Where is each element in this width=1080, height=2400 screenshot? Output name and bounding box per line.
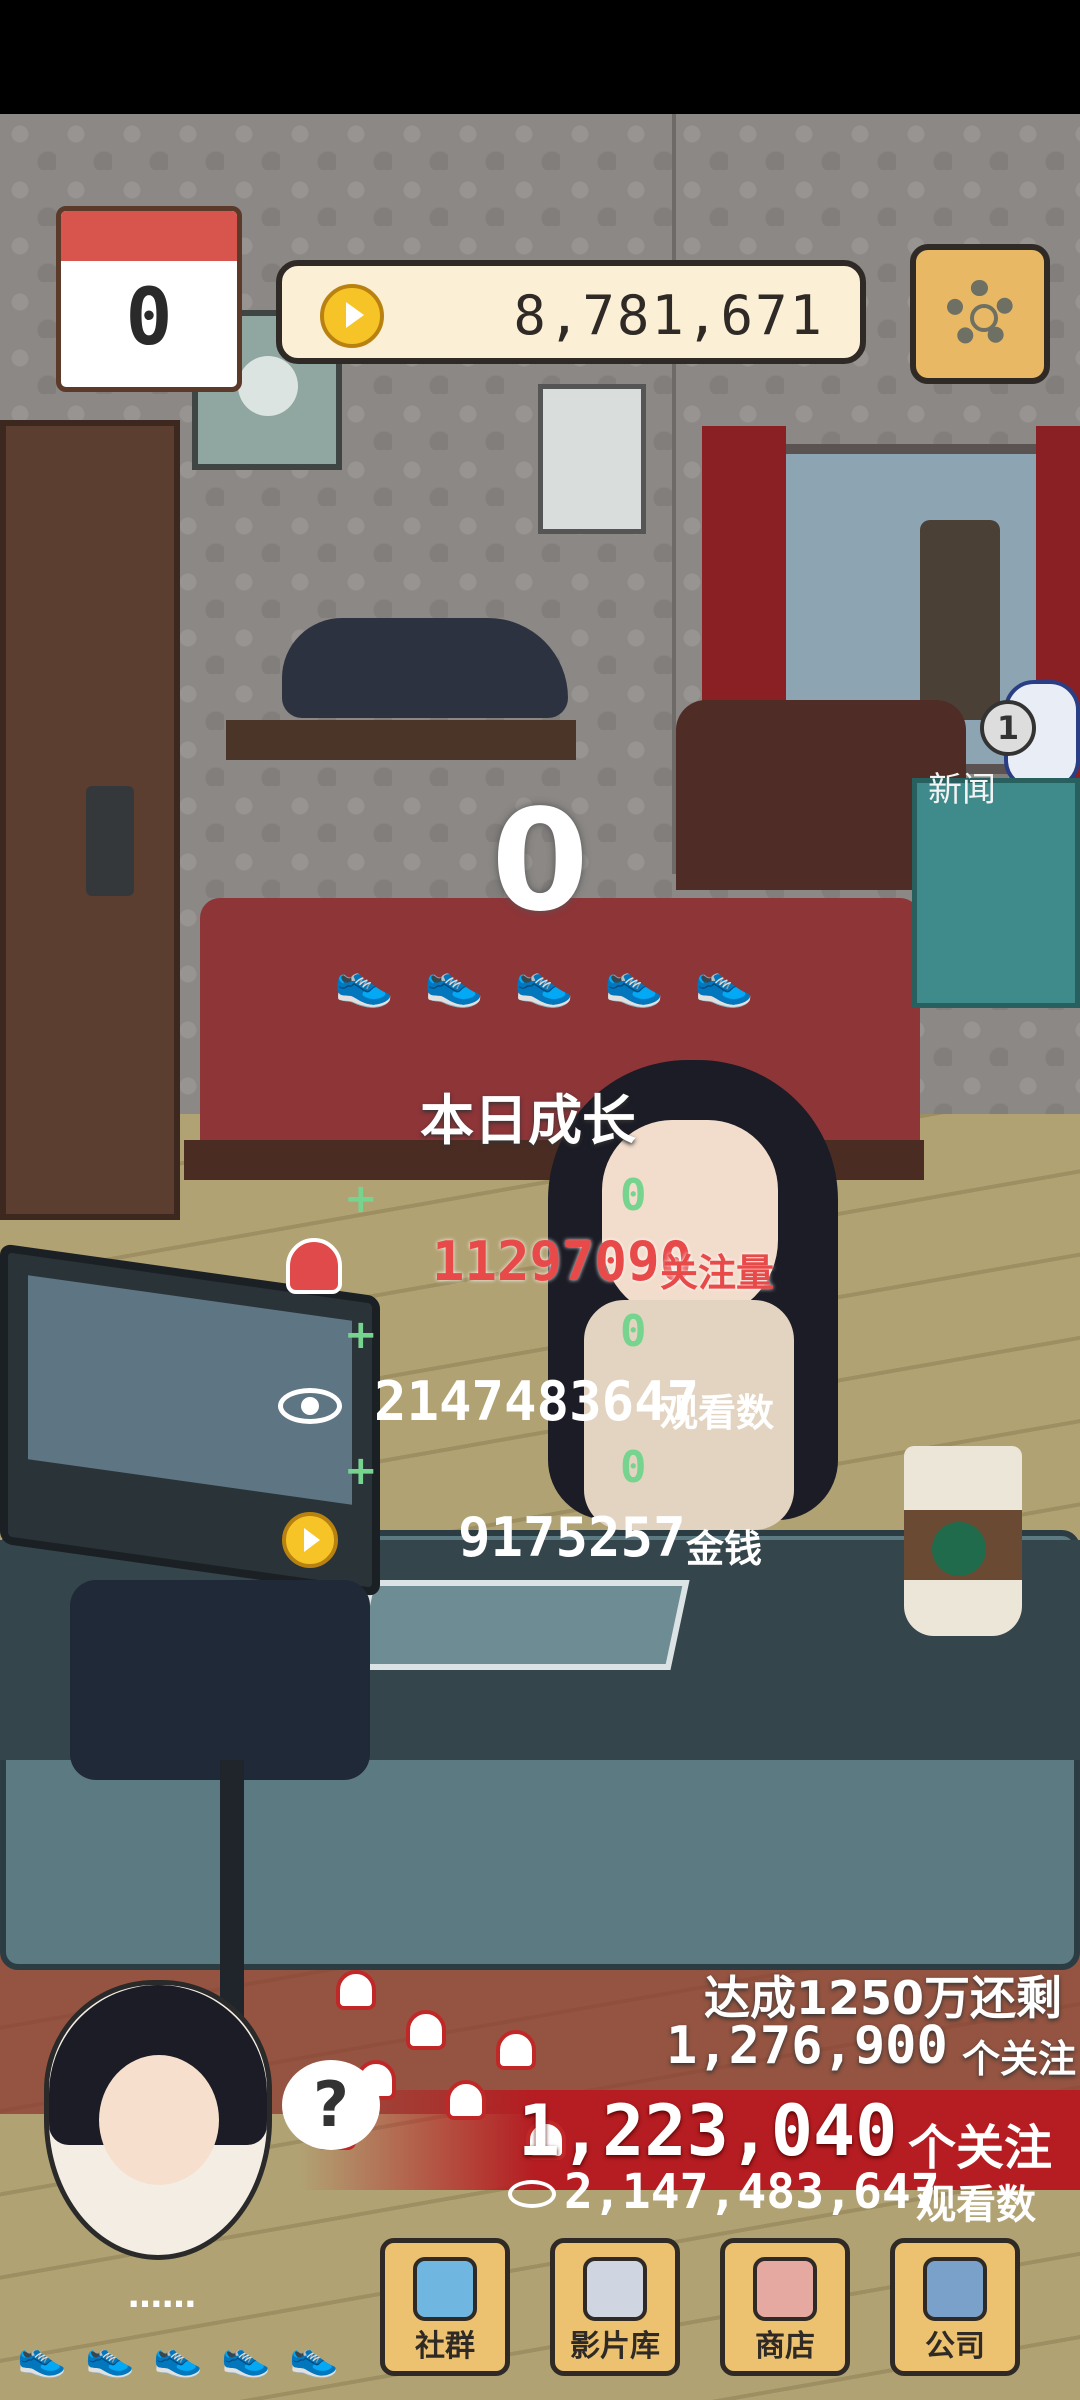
daily-growth-title: 本日成长 xyxy=(420,1089,636,1152)
community-button[interactable]: 社群 xyxy=(380,2238,510,2376)
shop-label: 商店 xyxy=(755,2329,815,2364)
money-label: 金钱 xyxy=(686,1527,763,1571)
coin-icon xyxy=(282,1512,338,1568)
dresser xyxy=(912,778,1080,1008)
film-library-button[interactable]: 影片库 xyxy=(550,2238,680,2376)
money-value: 9175257 xyxy=(458,1506,686,1569)
shop-icon xyxy=(753,2257,817,2321)
plus-sign: + xyxy=(344,1312,378,1358)
eye-icon xyxy=(508,2180,556,2208)
settings-button[interactable] xyxy=(910,244,1050,384)
drawing-tablet xyxy=(350,1580,690,1670)
shoe-icon: 👟 xyxy=(334,954,394,1010)
followers-total: 1,223,040 xyxy=(518,2090,898,2172)
shoe-icon: 👟 xyxy=(514,954,574,1010)
views-total: 2,147,483,647 xyxy=(564,2164,940,2220)
day-counter: 0 xyxy=(125,273,173,363)
news-badge[interactable]: 1 xyxy=(980,700,1036,756)
bell-icon xyxy=(406,2010,446,2050)
eye-icon xyxy=(278,1388,342,1424)
character-avatar[interactable] xyxy=(44,1980,272,2260)
energy-shoes: 👟 👟 👟 👟 👟 xyxy=(324,954,784,1014)
news-reporter[interactable] xyxy=(920,520,1000,720)
money-delta: 0 xyxy=(620,1442,647,1493)
film-library-icon xyxy=(583,2257,647,2321)
door-lock xyxy=(86,786,134,896)
shoe-icon: 👟 xyxy=(17,2334,67,2380)
company-button[interactable]: 公司 xyxy=(890,2238,1020,2376)
followers-delta: 0 xyxy=(620,1170,647,1221)
cup-logo xyxy=(932,1522,986,1576)
wall-shelf xyxy=(226,720,576,760)
bell-icon xyxy=(446,2080,486,2120)
coin-icon xyxy=(320,284,384,348)
coin-balance-bar: 8,781,671 xyxy=(276,260,866,364)
company-icon xyxy=(923,2257,987,2321)
bell-icon xyxy=(496,2030,536,2070)
followers-label: 关注量 xyxy=(660,1251,775,1295)
goal-remaining: 1,276,900 xyxy=(666,2016,948,2076)
gear-icon xyxy=(946,280,1014,348)
news-label[interactable]: 新闻 xyxy=(928,762,996,811)
wall-poster xyxy=(538,384,646,534)
coin-balance: 8,781,671 xyxy=(513,284,824,347)
room-door xyxy=(0,420,180,1220)
followers-value: 11297090 xyxy=(432,1230,693,1293)
bell-icon xyxy=(286,1238,342,1294)
question-bubble[interactable]: ? xyxy=(282,2060,380,2150)
day-calendar[interactable]: 0 xyxy=(56,206,242,392)
character-status: …… xyxy=(128,2276,196,2316)
views-value: 2147483647 xyxy=(374,1370,700,1433)
bell-icon xyxy=(336,1970,376,2010)
community-label: 社群 xyxy=(415,2329,475,2364)
shoe-icon: 👟 xyxy=(289,2334,339,2380)
stamina-shoes: 👟 👟 👟 👟 👟 xyxy=(14,2334,354,2384)
calendar-header xyxy=(61,211,237,261)
views-delta: 0 xyxy=(620,1306,647,1357)
shoe-icon: 👟 xyxy=(221,2334,271,2380)
views-total-unit: 观看数 xyxy=(916,2182,1036,2228)
goal-remaining-unit: 个关注 xyxy=(962,2037,1077,2081)
video-camera xyxy=(70,1580,370,1780)
plus-sign: + xyxy=(344,1448,378,1494)
shoe-icon: 👟 xyxy=(424,954,484,1010)
center-counter: 0 xyxy=(491,780,589,943)
shoe-icon: 👟 xyxy=(153,2334,203,2380)
shoe-icon: 👟 xyxy=(604,954,664,1010)
shoe-icon: 👟 xyxy=(694,954,754,1010)
plus-sign: + xyxy=(344,1176,378,1222)
avatar-face xyxy=(99,2055,219,2185)
community-icon xyxy=(413,2257,477,2321)
shop-button[interactable]: 商店 xyxy=(720,2238,850,2376)
company-label: 公司 xyxy=(925,2329,985,2364)
views-label: 观看数 xyxy=(660,1391,775,1435)
film-library-label: 影片库 xyxy=(570,2329,660,2364)
model-car xyxy=(282,618,568,718)
shoe-icon: 👟 xyxy=(85,2334,135,2380)
